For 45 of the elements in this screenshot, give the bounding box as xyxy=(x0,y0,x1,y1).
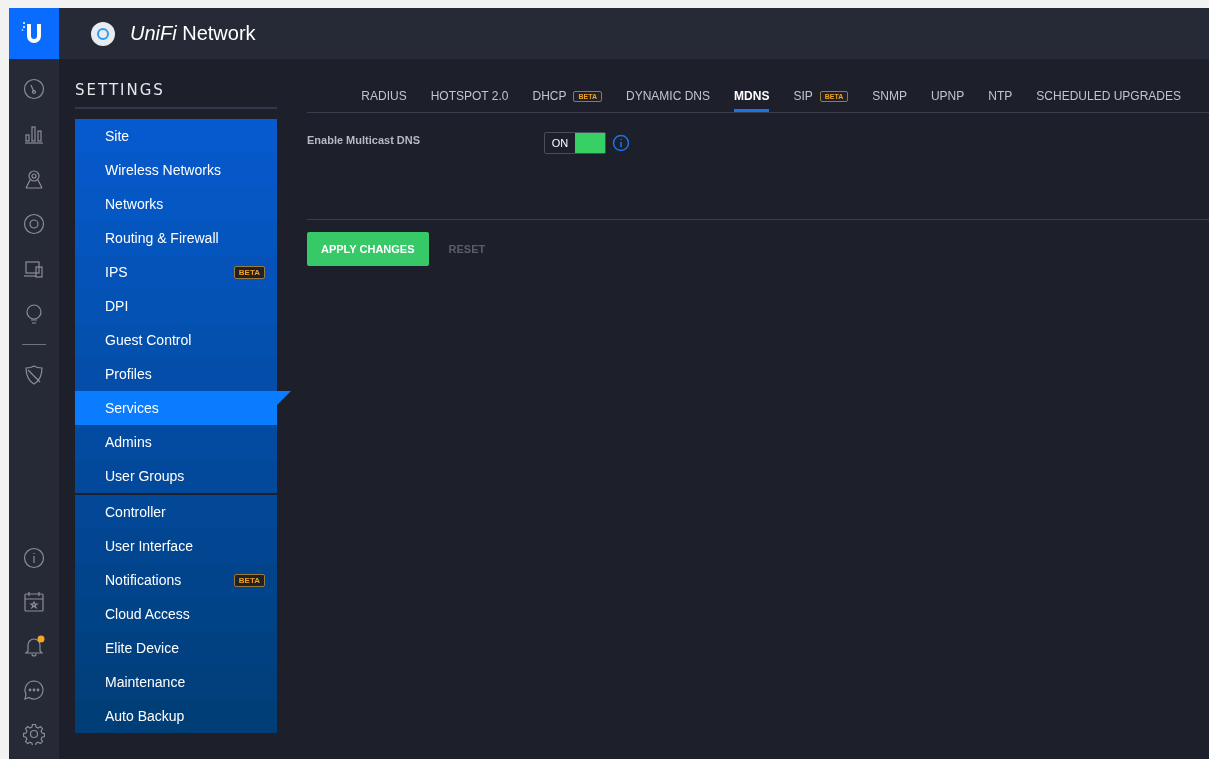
sidebar-item[interactable]: Admins xyxy=(75,425,277,459)
sidebar-item[interactable]: Wireless Networks xyxy=(75,153,277,187)
sidebar-item[interactable]: Services xyxy=(75,391,291,425)
dashboard-icon[interactable] xyxy=(23,78,45,100)
sidebar-item[interactable]: Routing & Firewall xyxy=(75,221,277,255)
sidebar-item[interactable]: Elite Device xyxy=(75,631,277,665)
sidebar-item[interactable]: Auto Backup xyxy=(75,699,277,733)
settings-title: SETTINGS xyxy=(75,59,277,109)
info-icon[interactable] xyxy=(23,547,45,569)
statistics-icon[interactable] xyxy=(23,123,45,145)
tab[interactable]: HOTSPOT 2.0 xyxy=(430,84,509,112)
logo-icon[interactable] xyxy=(9,8,59,59)
toggle-switch[interactable]: ON xyxy=(544,132,606,154)
tab[interactable]: MDNS xyxy=(734,84,770,112)
shield-icon[interactable] xyxy=(23,364,45,386)
info-icon[interactable] xyxy=(612,134,630,152)
sidebar-item[interactable]: IPS BETA xyxy=(75,255,277,289)
sidebar-item[interactable]: Maintenance xyxy=(75,665,277,699)
lightbulb-icon[interactable] xyxy=(23,303,45,325)
tab[interactable]: RADIUS xyxy=(361,84,407,112)
sidebar-item[interactable]: Site xyxy=(75,119,277,153)
field-label: Enable Multicast DNS xyxy=(307,134,422,146)
sidebar-item[interactable]: Guest Control xyxy=(75,323,277,357)
sidebar-item[interactable]: User Groups xyxy=(75,459,277,493)
tab[interactable]: NTP xyxy=(988,84,1013,112)
sidebar-item[interactable]: Controller xyxy=(75,495,277,529)
sidebar-item[interactable]: Notifications BETA xyxy=(75,563,277,597)
bell-icon[interactable] xyxy=(23,635,45,657)
chat-icon[interactable] xyxy=(23,679,45,701)
sidebar-item[interactable]: Cloud Access xyxy=(75,597,277,631)
tab[interactable]: DYNAMIC DNS xyxy=(626,84,711,112)
settings-icon[interactable] xyxy=(23,723,45,745)
tab[interactable]: SNMP xyxy=(872,84,907,112)
sidebar-item[interactable]: Profiles xyxy=(75,357,277,391)
device-icon[interactable] xyxy=(23,213,45,235)
sidebar-item[interactable]: User Interface xyxy=(75,529,277,563)
map-pin-icon[interactable] xyxy=(23,168,45,190)
calendar-icon[interactable] xyxy=(23,591,45,613)
sidebar-item[interactable]: DPI xyxy=(75,289,277,323)
sidebar-item[interactable]: Networks xyxy=(75,187,277,221)
tab[interactable]: UPNP xyxy=(930,84,965,112)
app-title: UniFi Network xyxy=(130,22,256,45)
device-logo-icon xyxy=(90,20,116,47)
clients-icon[interactable] xyxy=(23,258,45,280)
tab[interactable]: SCHEDULED UPGRADES xyxy=(1036,84,1181,112)
